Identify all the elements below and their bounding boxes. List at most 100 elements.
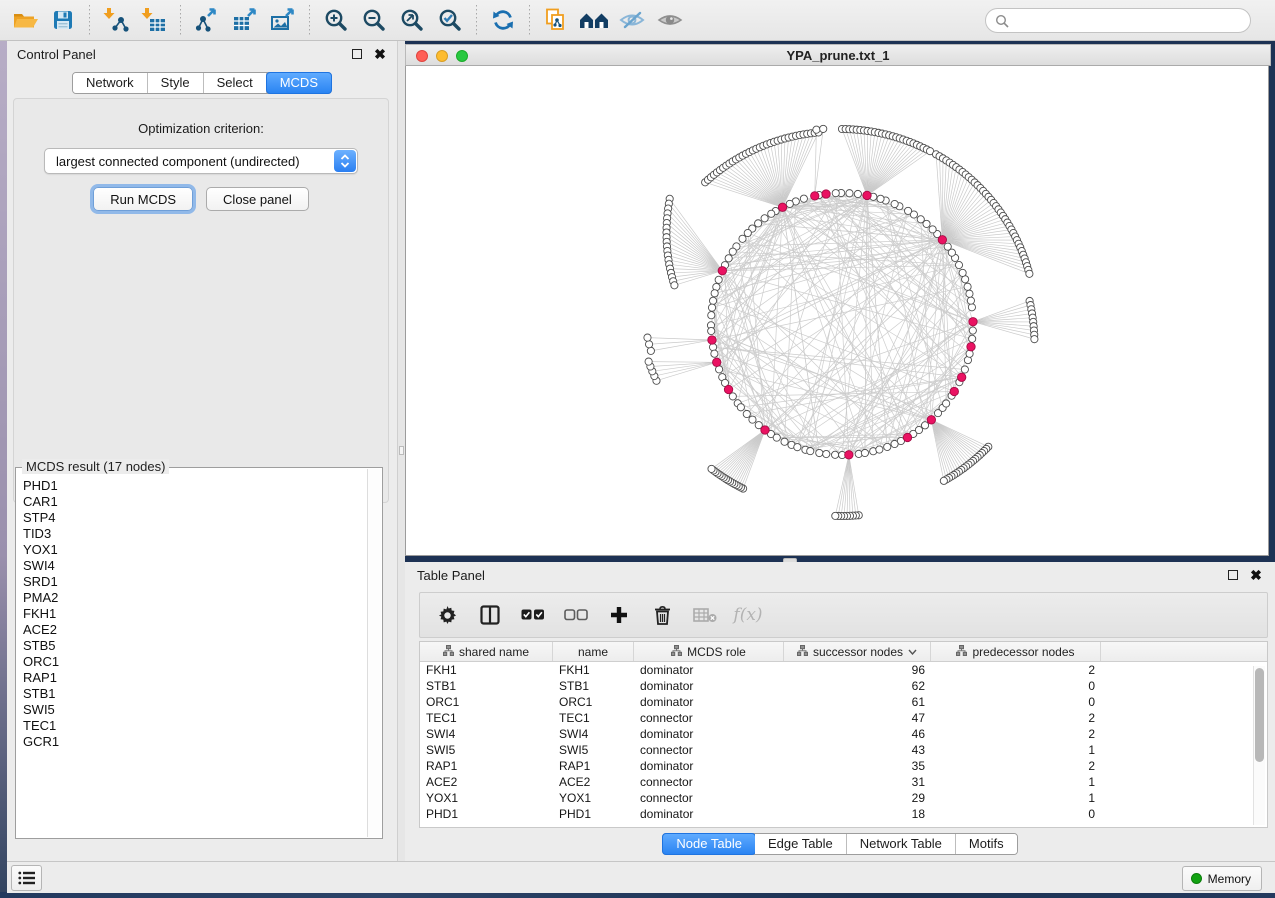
tab-select[interactable]: Select [204,73,267,93]
table-cell[interactable]: STB1 [553,679,634,693]
column-header-shared-name[interactable]: shared name [420,642,553,661]
mcds-result-item[interactable]: YOX1 [23,542,367,558]
table-cell[interactable]: PHD1 [420,807,553,821]
table-cell[interactable]: SWI4 [420,727,553,741]
zoom-in-button[interactable] [317,3,355,37]
table-cell[interactable]: dominator [634,807,784,821]
table-scrollbar[interactable] [1253,666,1265,825]
zoom-fit-button[interactable] [393,3,431,37]
table-row[interactable]: RAP1RAP1dominator352 [420,758,1267,774]
hide-selected-button[interactable] [613,3,651,37]
vertical-splitter[interactable] [398,41,405,861]
mcds-result-item[interactable]: GCR1 [23,734,367,750]
minimize-window-icon[interactable] [436,50,448,62]
search-input[interactable] [1014,13,1250,28]
table-cell[interactable]: dominator [634,727,784,741]
run-mcds-button[interactable]: Run MCDS [93,187,193,211]
table-cell[interactable]: 0 [931,807,1101,821]
table-cell[interactable]: 1 [931,775,1101,789]
tab-mcds[interactable]: MCDS [266,72,332,94]
table-cell[interactable]: 18 [784,807,931,821]
table-cell[interactable]: dominator [634,759,784,773]
float-panel-icon[interactable] [350,47,364,61]
table-row[interactable]: SWI5SWI5connector431 [420,742,1267,758]
table-cell[interactable]: 62 [784,679,931,693]
table-cell[interactable]: RAP1 [420,759,553,773]
table-cell[interactable]: FKH1 [420,663,553,677]
table-tab-motifs[interactable]: Motifs [956,834,1017,854]
table-cell[interactable]: connector [634,743,784,757]
table-cell[interactable]: 0 [931,679,1101,693]
table-row[interactable]: PHD1PHD1dominator180 [420,806,1267,822]
table-cell[interactable]: 31 [784,775,931,789]
tab-network[interactable]: Network [73,73,148,93]
refresh-layout-button[interactable] [484,3,522,37]
close-table-panel-icon[interactable]: ✖ [1249,568,1263,582]
save-session-button[interactable] [44,3,82,37]
table-cell[interactable]: TEC1 [553,711,634,725]
table-cell[interactable]: connector [634,775,784,789]
close-panel-icon[interactable]: ✖ [373,47,387,61]
mcds-result-item[interactable]: PMA2 [23,590,367,606]
table-row[interactable]: YOX1YOX1connector291 [420,790,1267,806]
network-canvas[interactable] [405,66,1269,556]
close-panel-button[interactable]: Close panel [206,187,309,211]
mcds-result-item[interactable]: STP4 [23,510,367,526]
import-network-button[interactable] [97,3,135,37]
column-header-name[interactable]: name [553,642,634,661]
table-cell[interactable]: 2 [931,759,1101,773]
table-cell[interactable]: ORC1 [553,695,634,709]
network-search-field[interactable] [985,8,1251,33]
table-settings-button[interactable] [434,602,460,628]
close-window-icon[interactable] [416,50,428,62]
mcds-result-item[interactable]: TEC1 [23,718,367,734]
table-cell[interactable]: connector [634,791,784,805]
mcds-result-item[interactable]: FKH1 [23,606,367,622]
table-row[interactable]: TEC1TEC1connector472 [420,710,1267,726]
column-header-successor-nodes[interactable]: successor nodes [784,642,931,661]
duplicate-network-button[interactable] [537,3,575,37]
select-all-button[interactable] [520,602,546,628]
table-tab-network-table[interactable]: Network Table [847,834,956,854]
show-panel-list-button[interactable] [11,865,42,891]
table-cell[interactable]: RAP1 [553,759,634,773]
mcds-result-item[interactable]: RAP1 [23,670,367,686]
table-tab-node-table[interactable]: Node Table [662,833,756,855]
table-cell[interactable]: PHD1 [553,807,634,821]
memory-button[interactable]: Memory [1182,866,1262,891]
table-row[interactable]: FKH1FKH1dominator962 [420,662,1267,678]
optimization-criterion-select[interactable]: largest connected component (undirected) [44,148,358,174]
table-cell[interactable]: 96 [784,663,931,677]
mcds-result-item[interactable]: CAR1 [23,494,367,510]
table-cell[interactable]: FKH1 [553,663,634,677]
mcds-result-item[interactable]: ACE2 [23,622,367,638]
table-cell[interactable]: 47 [784,711,931,725]
table-cell[interactable]: SWI5 [420,743,553,757]
table-cell[interactable]: 0 [931,695,1101,709]
maximize-window-icon[interactable] [456,50,468,62]
table-cell[interactable]: dominator [634,695,784,709]
table-tab-edge-table[interactable]: Edge Table [755,834,847,854]
table-cell[interactable]: 29 [784,791,931,805]
table-cell[interactable]: 43 [784,743,931,757]
open-file-button[interactable] [6,3,44,37]
export-table-button[interactable] [226,3,264,37]
mcds-result-item[interactable]: PHD1 [23,478,367,494]
table-cell[interactable]: SWI4 [553,727,634,741]
table-scrollbar-thumb[interactable] [1255,668,1264,762]
column-header-predecessor-nodes[interactable]: predecessor nodes [931,642,1101,661]
table-cell[interactable]: ACE2 [420,775,553,789]
mcds-result-scrollbar[interactable] [367,469,381,837]
show-all-button[interactable] [651,3,689,37]
mcds-result-item[interactable]: STB5 [23,638,367,654]
float-table-panel-icon[interactable] [1226,568,1240,582]
table-cell[interactable]: dominator [634,679,784,693]
first-neighbors-button[interactable] [575,3,613,37]
mcds-result-item[interactable]: SWI5 [23,702,367,718]
delete-column-button[interactable] [649,602,675,628]
table-cell[interactable]: STB1 [420,679,553,693]
table-cell[interactable]: YOX1 [553,791,634,805]
column-chooser-button[interactable] [477,602,503,628]
column-header-MCDS-role[interactable]: MCDS role [634,642,784,661]
table-cell[interactable]: YOX1 [420,791,553,805]
